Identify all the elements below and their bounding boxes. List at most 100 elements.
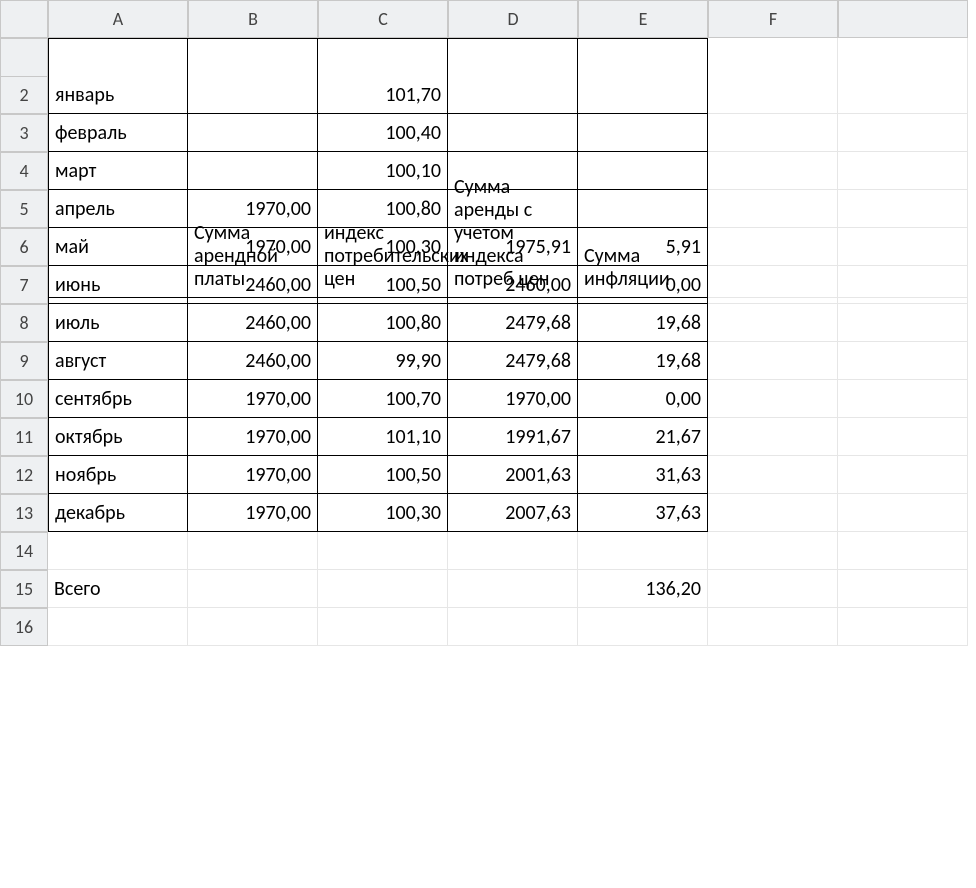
cell-C9[interactable]: 99,90 bbox=[318, 342, 448, 380]
cell-B10[interactable]: 1970,00 bbox=[188, 380, 318, 418]
cell-B14[interactable] bbox=[188, 532, 318, 570]
cell-A7[interactable]: июнь bbox=[48, 266, 188, 304]
cell-D8[interactable]: 2479,68 bbox=[448, 304, 578, 342]
cell-E4[interactable] bbox=[578, 152, 708, 190]
cell-A4[interactable]: март bbox=[48, 152, 188, 190]
cell-E14[interactable] bbox=[578, 532, 708, 570]
cell-D7[interactable]: 2460,00 bbox=[448, 266, 578, 304]
row-header-9[interactable]: 9 bbox=[0, 342, 48, 380]
cell-D16[interactable] bbox=[448, 608, 578, 646]
cell-F5[interactable] bbox=[708, 190, 838, 228]
cell-G6[interactable] bbox=[838, 228, 968, 266]
cell-F16[interactable] bbox=[708, 608, 838, 646]
cell-G15[interactable] bbox=[838, 570, 968, 608]
cell-D11[interactable]: 1991,67 bbox=[448, 418, 578, 456]
cell-B11[interactable]: 1970,00 bbox=[188, 418, 318, 456]
col-header-E[interactable]: E bbox=[578, 0, 708, 38]
cell-D4[interactable] bbox=[448, 152, 578, 190]
cell-D15[interactable] bbox=[448, 570, 578, 608]
col-header-F[interactable]: F bbox=[708, 0, 838, 38]
col-header-C[interactable]: C bbox=[318, 0, 448, 38]
cell-F13[interactable] bbox=[708, 494, 838, 532]
cell-F12[interactable] bbox=[708, 456, 838, 494]
cell-B13[interactable]: 1970,00 bbox=[188, 494, 318, 532]
cell-G3[interactable] bbox=[838, 114, 968, 152]
cell-D5[interactable] bbox=[448, 190, 578, 228]
cell-B6[interactable]: 1970,00 bbox=[188, 228, 318, 266]
cell-D10[interactable]: 1970,00 bbox=[448, 380, 578, 418]
cell-A6[interactable]: май bbox=[48, 228, 188, 266]
cell-C6[interactable]: 100,30 bbox=[318, 228, 448, 266]
cell-C7[interactable]: 100,50 bbox=[318, 266, 448, 304]
cell-F7[interactable] bbox=[708, 266, 838, 304]
cell-B2[interactable] bbox=[188, 76, 318, 114]
row-header-3[interactable]: 3 bbox=[0, 114, 48, 152]
cell-D14[interactable] bbox=[448, 532, 578, 570]
row-header-7[interactable]: 7 bbox=[0, 266, 48, 304]
cell-C14[interactable] bbox=[318, 532, 448, 570]
cell-A3[interactable]: февраль bbox=[48, 114, 188, 152]
cell-G12[interactable] bbox=[838, 456, 968, 494]
cell-E8[interactable]: 19,68 bbox=[578, 304, 708, 342]
cell-C11[interactable]: 101,10 bbox=[318, 418, 448, 456]
cell-C4[interactable]: 100,10 bbox=[318, 152, 448, 190]
row-header-11[interactable]: 11 bbox=[0, 418, 48, 456]
cell-D12[interactable]: 2001,63 bbox=[448, 456, 578, 494]
cell-E10[interactable]: 0,00 bbox=[578, 380, 708, 418]
cell-A13[interactable]: декабрь bbox=[48, 494, 188, 532]
cell-C3[interactable]: 100,40 bbox=[318, 114, 448, 152]
cell-E7[interactable]: 0,00 bbox=[578, 266, 708, 304]
cell-F8[interactable] bbox=[708, 304, 838, 342]
cell-F3[interactable] bbox=[708, 114, 838, 152]
cell-C2[interactable]: 101,70 bbox=[318, 76, 448, 114]
row-header-16[interactable]: 16 bbox=[0, 608, 48, 646]
cell-B8[interactable]: 2460,00 bbox=[188, 304, 318, 342]
cell-E16[interactable] bbox=[578, 608, 708, 646]
cell-E15[interactable]: 136,20 bbox=[578, 570, 708, 608]
cell-E3[interactable] bbox=[578, 114, 708, 152]
cell-E5[interactable] bbox=[578, 190, 708, 228]
col-header-A[interactable]: A bbox=[48, 0, 188, 38]
row-header-14[interactable]: 14 bbox=[0, 532, 48, 570]
cell-E9[interactable]: 19,68 bbox=[578, 342, 708, 380]
cell-F11[interactable] bbox=[708, 418, 838, 456]
cell-E13[interactable]: 37,63 bbox=[578, 494, 708, 532]
select-all-corner[interactable] bbox=[0, 0, 48, 38]
cell-E2[interactable] bbox=[578, 76, 708, 114]
cell-D3[interactable] bbox=[448, 114, 578, 152]
cell-G10[interactable] bbox=[838, 380, 968, 418]
row-header-10[interactable]: 10 bbox=[0, 380, 48, 418]
cell-C10[interactable]: 100,70 bbox=[318, 380, 448, 418]
cell-C15[interactable] bbox=[318, 570, 448, 608]
cell-B12[interactable]: 1970,00 bbox=[188, 456, 318, 494]
cell-F10[interactable] bbox=[708, 380, 838, 418]
row-header-12[interactable]: 12 bbox=[0, 456, 48, 494]
row-header-13[interactable]: 13 bbox=[0, 494, 48, 532]
cell-C13[interactable]: 100,30 bbox=[318, 494, 448, 532]
cell-B4[interactable] bbox=[188, 152, 318, 190]
cell-B15[interactable] bbox=[188, 570, 318, 608]
cell-A11[interactable]: октябрь bbox=[48, 418, 188, 456]
spreadsheet-grid[interactable]: A B C D E F 1 Сумма арендной платы индек… bbox=[0, 0, 976, 646]
row-header-2[interactable]: 2 bbox=[0, 76, 48, 114]
cell-D13[interactable]: 2007,63 bbox=[448, 494, 578, 532]
col-header-D[interactable]: D bbox=[448, 0, 578, 38]
cell-A12[interactable]: ноябрь bbox=[48, 456, 188, 494]
row-header-5[interactable]: 5 bbox=[0, 190, 48, 228]
cell-F2[interactable] bbox=[708, 76, 838, 114]
cell-E6[interactable]: 5,91 bbox=[578, 228, 708, 266]
cell-C8[interactable]: 100,80 bbox=[318, 304, 448, 342]
cell-G8[interactable] bbox=[838, 304, 968, 342]
cell-A8[interactable]: июль bbox=[48, 304, 188, 342]
row-header-8[interactable]: 8 bbox=[0, 304, 48, 342]
cell-A16[interactable] bbox=[48, 608, 188, 646]
cell-F4[interactable] bbox=[708, 152, 838, 190]
cell-C5[interactable]: 100,80 bbox=[318, 190, 448, 228]
cell-B7[interactable]: 2460,00 bbox=[188, 266, 318, 304]
cell-F15[interactable] bbox=[708, 570, 838, 608]
row-header-4[interactable]: 4 bbox=[0, 152, 48, 190]
col-header-B[interactable]: B bbox=[188, 0, 318, 38]
cell-A9[interactable]: август bbox=[48, 342, 188, 380]
cell-G13[interactable] bbox=[838, 494, 968, 532]
cell-A2[interactable]: январь bbox=[48, 76, 188, 114]
